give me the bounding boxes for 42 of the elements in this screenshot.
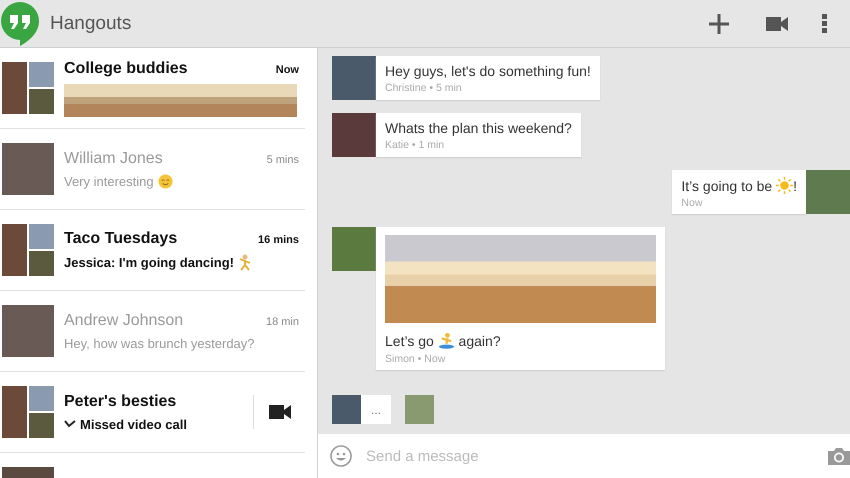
camera-icon[interactable] xyxy=(828,447,850,465)
typing-indicator: ... xyxy=(361,395,391,424)
conversation-item[interactable]: Taco Tuesdays 16 mins Jessica: I'm going dancing! xyxy=(0,210,305,291)
video-camera-icon xyxy=(766,16,788,30)
conversation-time: 5 mins xyxy=(266,154,299,166)
message-meta: Christine • 5 min xyxy=(385,82,463,94)
conversation-time: Now xyxy=(276,64,299,76)
conversation-item[interactable]: William Jones 5 mins Very interesting xyxy=(0,129,305,210)
message-text: Let’s go again? xyxy=(385,332,502,350)
conversation-name: Peter's besties xyxy=(64,392,176,410)
smiley-emoji-icon xyxy=(158,174,173,188)
message-meta: Katie • 1 min xyxy=(385,139,446,151)
message-preview: Hey, how was brunch yesterday? xyxy=(64,336,256,350)
sun-emoji-icon xyxy=(776,177,794,194)
message-preview: Jessica: I'm going dancing! xyxy=(64,254,305,270)
conversation-time: 16 mins xyxy=(258,234,299,246)
missed-call-status: Missed video call xyxy=(64,416,253,432)
viewer-avatar xyxy=(405,395,434,424)
typing-avatar xyxy=(332,395,361,424)
conversation-item[interactable]: Andrew Johnson 18 min Hey, how was brunch yesterday? xyxy=(0,291,305,372)
message-meta: Now xyxy=(681,197,704,209)
message-composer[interactable]: Send a message xyxy=(318,434,850,478)
message-meta: Simon • Now xyxy=(385,353,446,365)
conversation-name: William Jones xyxy=(64,150,163,168)
quote-bubble-logo-icon xyxy=(0,0,40,46)
message-text: It’s going to be ! xyxy=(681,177,797,194)
video-camera-icon xyxy=(268,405,290,419)
plus-icon xyxy=(709,14,729,34)
message-text: Whats the plan this weekend? xyxy=(385,120,572,136)
conversation-item[interactable]: College buddies Now xyxy=(0,48,305,129)
conversation-time: 18 min xyxy=(266,316,299,328)
app-title: Hangouts xyxy=(50,12,132,34)
more-vertical-icon xyxy=(822,14,826,33)
message-preview: Very interesting xyxy=(64,174,305,188)
surfer-emoji-icon xyxy=(438,332,455,350)
conversation-name: College buddies xyxy=(64,60,188,78)
dancer-emoji-icon xyxy=(238,254,252,270)
conversation-name: Taco Tuesdays xyxy=(64,230,178,248)
conversation-name: Andrew Johnson xyxy=(64,312,184,330)
message-text: Hey guys, let's do something fun! xyxy=(385,63,591,79)
conversation-item[interactable]: Peter's besties Missed video call xyxy=(0,372,305,453)
smiley-icon[interactable] xyxy=(330,445,352,467)
